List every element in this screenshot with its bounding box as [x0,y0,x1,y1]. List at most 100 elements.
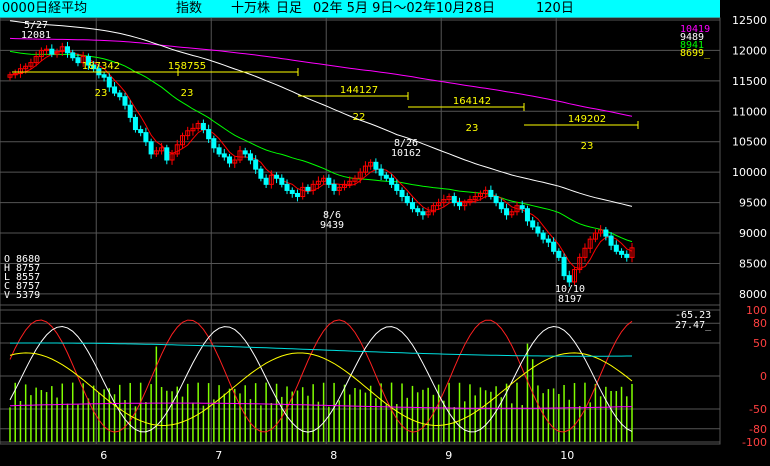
candle-body [258,168,264,179]
candle-body [619,250,625,255]
annotation-price: 9439 [320,220,344,231]
candle-body [504,208,510,216]
candle-body [216,147,222,155]
candle-body [294,192,300,198]
osc-cyan-line [10,342,632,357]
candle-body [624,253,630,258]
candle-body [221,153,227,158]
price-tick-label: 10000 [732,166,767,179]
candle-body [106,76,112,88]
candle-body [242,150,248,155]
candle-body [389,177,395,185]
candle-body [247,153,253,161]
candle-body [138,129,144,134]
candle-body [409,202,415,210]
candle-body [561,256,567,277]
candle-body [535,226,541,234]
candle-body [143,132,149,143]
candle-body [112,86,118,94]
price-tick-label: 9500 [739,197,767,210]
price-tick-label: 8500 [739,257,767,270]
osc-tick-label: -50 [749,403,767,416]
candle-body [164,147,170,161]
candle-body [399,189,405,198]
candlesticks [7,41,635,287]
candle-body [75,57,81,64]
volume-block-days: 23 [95,88,108,99]
stock-chart: 1250012000115001100010500100009500900085… [0,14,767,462]
volume-block-total: 164142 [453,96,491,107]
ma-legend-value: 8699_ [680,48,711,59]
candle-body [326,177,332,185]
month-label: 8 [330,449,337,462]
ohlcv-label: V 5379 [4,290,40,301]
annotation-price: 10162 [391,148,421,159]
candle-body [524,208,530,222]
candle-body [383,174,389,179]
candle-body [608,235,614,246]
candle-body [122,96,128,106]
candle-body [132,116,138,131]
annotation-price: 8197 [558,294,582,305]
candle-body [404,196,410,204]
candle-body [279,177,285,185]
volume-bars [9,343,633,442]
candle-body [49,48,55,55]
annotation-price: 12081 [21,30,51,41]
osc-yellow-line [9,352,633,427]
price-tick-label: 9000 [739,227,767,240]
candle-body [274,174,280,179]
month-label: 9 [445,449,452,462]
candle-body [451,196,457,204]
candle-body [64,46,70,54]
candle-body [117,92,123,98]
volume-block-total: 149202 [568,114,606,125]
candle-body [200,122,206,131]
osc-tick-label: 50 [753,337,767,350]
candle-body [148,141,154,155]
price-tick-label: 10500 [732,136,767,149]
candle-body [493,196,499,204]
month-label: 10 [560,449,574,462]
price-tick-label: 8000 [739,288,767,301]
price-tick-label: 12000 [732,44,767,57]
candle-body [253,159,259,170]
volume-block-total: 158755 [168,61,206,72]
osc-white-line [9,325,633,433]
candle-body [284,183,290,191]
osc-tick-label: 80 [753,317,767,330]
ma-25-line [9,50,633,243]
volume-block-days: 23 [466,123,479,134]
price-tick-label: 11000 [732,105,767,118]
price-axis: 12500 12000 11500 11000 10500 10000 9500 9000 85… [0,14,767,301]
volume-block-total: 144127 [340,85,378,96]
candle-body [556,250,562,258]
ma-75-line [9,20,633,207]
candle-body [566,275,572,283]
osc-tick-label: -80 [749,423,767,436]
osc-tick-label: 100 [746,304,767,317]
osc-tick-label: 0 [760,370,767,383]
month-label: 7 [215,449,222,462]
candle-body [530,220,536,228]
candle-body [613,244,619,252]
osc-tick-label: -100 [742,436,767,449]
candle-body [127,104,133,118]
candle-body [545,238,551,243]
candle-body [603,229,609,237]
ma-5-line [9,49,633,269]
volume-block-days: 23 [181,88,194,99]
month-label: 6 [100,449,107,462]
candle-body [378,168,384,176]
candle-body [227,156,233,164]
candle-body [373,161,379,170]
candle-body [263,177,269,185]
price-tick-label: 12500 [732,14,767,27]
volume-block-days: 23 [581,141,594,152]
candle-body [551,241,557,252]
candle-body [488,189,494,198]
candle-body [211,138,217,149]
candle-body [519,205,525,210]
price-tick-label: 11500 [732,75,767,88]
volume-block-days: 22 [353,112,366,123]
